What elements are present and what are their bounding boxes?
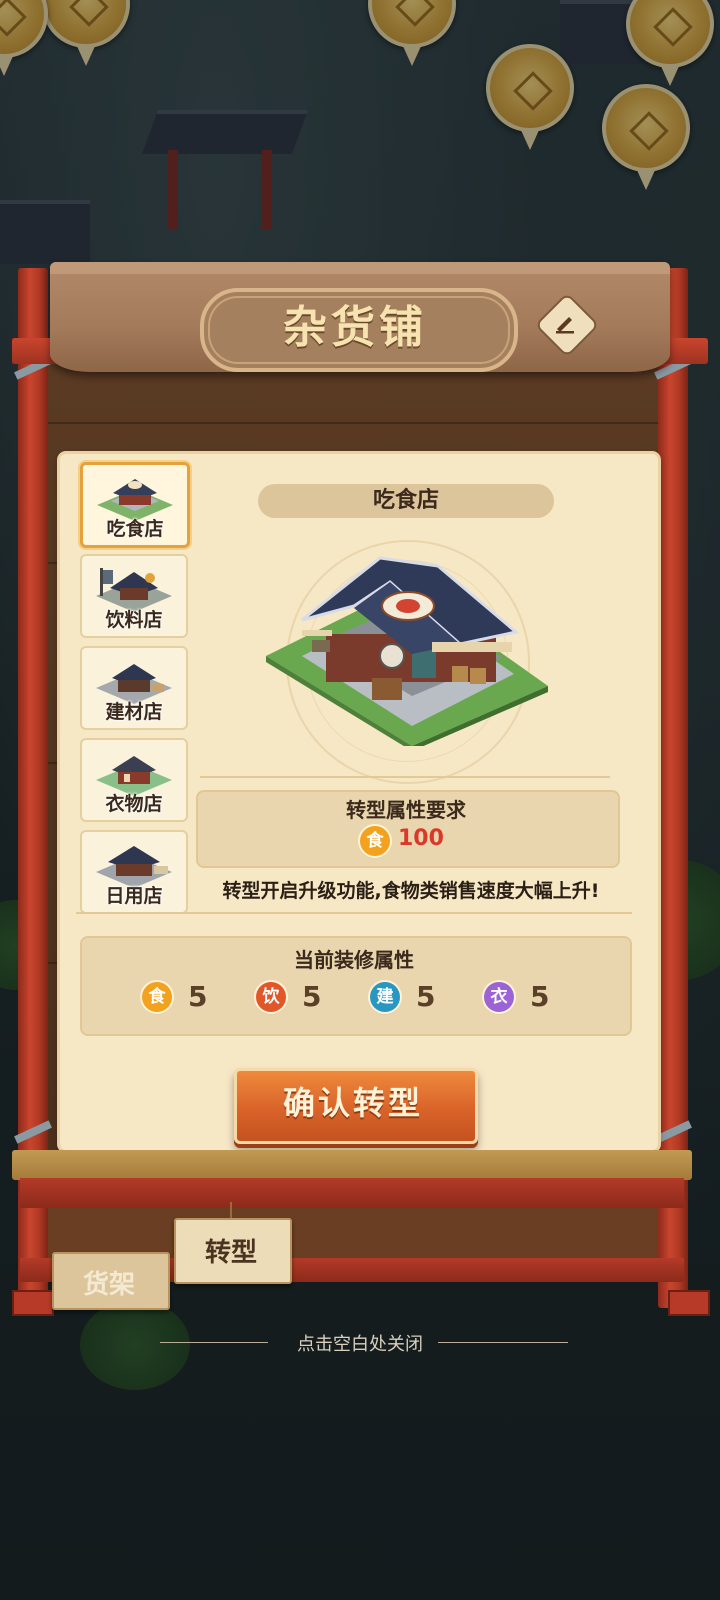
close-hint[interactable]: 点击空白处关闭 bbox=[0, 1330, 720, 1356]
divider bbox=[200, 776, 610, 778]
shelf-board bbox=[12, 1150, 692, 1180]
frame-foot bbox=[12, 1290, 54, 1316]
selected-shop-name: 吃食店 bbox=[372, 488, 439, 513]
tab-daily-goods-shop[interactable]: 日用店 bbox=[80, 830, 188, 914]
drink-attribute-value: 5 bbox=[302, 980, 322, 1013]
current-attributes-title: 当前装修属性 bbox=[294, 948, 414, 972]
tab-building-materials-shop[interactable]: 建材店 bbox=[80, 646, 188, 730]
divider bbox=[76, 912, 632, 914]
shelf-front bbox=[20, 1178, 684, 1208]
clothing-attribute-icon: 衣 bbox=[484, 982, 514, 1012]
pencil-icon[interactable] bbox=[552, 310, 578, 336]
confirm-transform-label[interactable]: 确认转型 bbox=[234, 1068, 472, 1138]
tab-clothing-shop[interactable]: 衣物店 bbox=[80, 738, 188, 822]
food-attribute-icon: 食 bbox=[360, 826, 390, 856]
tab-label: 衣物店 bbox=[105, 793, 163, 815]
tab-shelf-label[interactable]: 货架 bbox=[52, 1264, 166, 1301]
clothing-attribute-value: 5 bbox=[530, 980, 550, 1013]
tab-label: 吃食店 bbox=[106, 518, 164, 540]
drink-attribute-icon: 饮 bbox=[256, 982, 286, 1012]
page-title: 杂货铺 bbox=[283, 302, 427, 353]
tab-transform-label[interactable]: 转型 bbox=[174, 1232, 288, 1269]
tab-label: 日用店 bbox=[105, 885, 163, 907]
tab-food-shop[interactable]: 吃食店 bbox=[80, 462, 190, 548]
frame-foot bbox=[668, 1290, 710, 1316]
food-attribute-icon: 食 bbox=[142, 982, 172, 1012]
building-attribute-icon: 建 bbox=[370, 982, 400, 1012]
tab-drink-shop[interactable]: 饮料店 bbox=[80, 554, 188, 638]
tab-label: 建材店 bbox=[105, 701, 163, 723]
requirement-title: 转型属性要求 bbox=[346, 798, 466, 822]
transform-description: 转型开启升级功能,食物类销售速度大幅上升! bbox=[222, 880, 600, 902]
food-attribute-value: 5 bbox=[188, 980, 208, 1013]
building-attribute-value: 5 bbox=[416, 980, 436, 1013]
tab-label: 饮料店 bbox=[105, 609, 163, 631]
requirement-value: 100 bbox=[398, 826, 444, 851]
food-shop-building-image bbox=[266, 556, 548, 746]
